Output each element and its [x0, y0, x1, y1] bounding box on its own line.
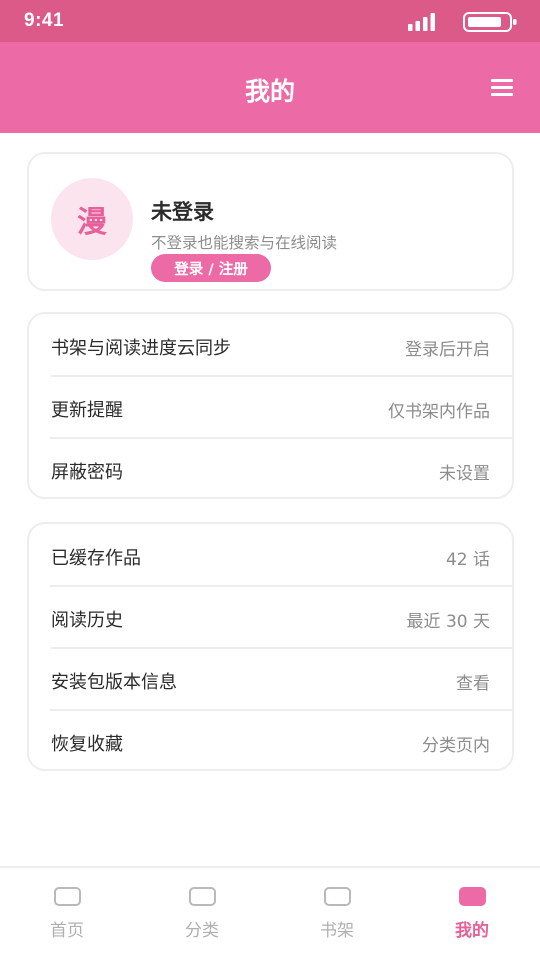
login-register-button[interactable]: 登录 / 注册 — [151, 254, 271, 282]
list-item-version-info[interactable]: 安装包版本信息 查看 — [29, 648, 512, 710]
list-item-restore-favorites[interactable]: 恢复收藏 分类页内 — [29, 710, 512, 772]
settings-list-card: 书架与阅读进度云同步 登录后开启 更新提醒 仅书架内作品 屏蔽密码 未设置 — [27, 312, 514, 499]
list-item-label: 屏蔽密码 — [51, 462, 123, 483]
list-item-label: 恢复收藏 — [51, 734, 123, 755]
menu-icon — [491, 79, 513, 82]
tab-bookshelf[interactable]: 书架 — [277, 868, 397, 960]
library-list-card: 已缓存作品 42 话 阅读历史 最近 30 天 安装包版本信息 查看 恢复收藏 … — [27, 522, 514, 771]
tab-home[interactable]: 首页 — [7, 868, 127, 960]
status-time: 9:41 — [24, 10, 65, 31]
app-header: 我的 — [0, 42, 540, 133]
list-item-label: 安装包版本信息 — [51, 672, 177, 693]
list-item-value: 42 话 — [445, 550, 490, 570]
list-item-label: 更新提醒 — [51, 400, 123, 421]
list-item-value: 分类页内 — [422, 736, 490, 756]
list-item-value: 仅书架内作品 — [388, 402, 490, 422]
tab-label: 首页 — [50, 921, 84, 941]
avatar[interactable]: 漫 — [51, 178, 133, 260]
tab-label: 分类 — [185, 921, 219, 941]
tab-profile[interactable]: 我的 — [412, 868, 532, 960]
tab-label: 我的 — [455, 921, 489, 941]
page-title: 我的 — [244, 77, 295, 106]
profile-card: 漫 未登录 不登录也能搜索与在线阅读 登录 / 注册 — [27, 152, 514, 291]
list-item-label: 书架与阅读进度云同步 — [51, 338, 231, 359]
bookshelf-icon — [324, 887, 351, 906]
list-item-cloud-sync[interactable]: 书架与阅读进度云同步 登录后开启 — [29, 314, 512, 376]
tab-label: 书架 — [320, 921, 354, 941]
profile-icon — [459, 887, 486, 906]
category-icon — [189, 887, 216, 906]
list-item-update-reminder[interactable]: 更新提醒 仅书架内作品 — [29, 376, 512, 438]
home-icon — [54, 887, 81, 906]
bottom-tab-bar: 首页 分类 书架 我的 — [0, 866, 540, 960]
signal-icon — [408, 13, 435, 31]
list-item-reading-history[interactable]: 阅读历史 最近 30 天 — [29, 586, 512, 648]
list-item-value: 查看 — [456, 674, 490, 694]
profile-name: 未登录 — [151, 200, 214, 224]
menu-button[interactable] — [486, 74, 518, 102]
list-item-cached-works[interactable]: 已缓存作品 42 话 — [29, 524, 512, 586]
profile-description: 不登录也能搜索与在线阅读 — [151, 234, 338, 252]
status-bar: 9:41 — [0, 0, 540, 42]
battery-icon — [463, 12, 517, 32]
list-item-block-password[interactable]: 屏蔽密码 未设置 — [29, 438, 512, 500]
list-item-value: 未设置 — [439, 464, 490, 484]
list-item-value: 最近 30 天 — [406, 612, 490, 632]
list-item-label: 已缓存作品 — [51, 548, 141, 569]
list-item-value: 登录后开启 — [405, 340, 490, 360]
tab-category[interactable]: 分类 — [142, 868, 262, 960]
list-item-label: 阅读历史 — [51, 610, 123, 631]
